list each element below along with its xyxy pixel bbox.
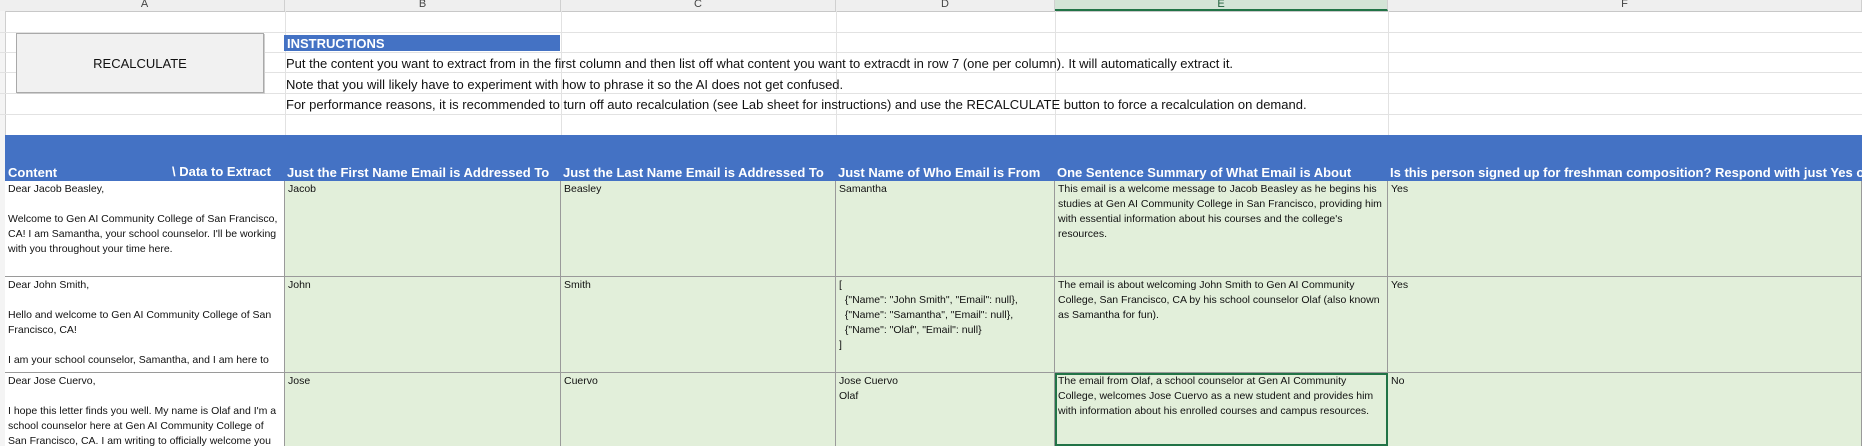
header-sender-name[interactable]: Just Name of Who Email is From: [836, 164, 1055, 181]
column-header-a[interactable]: A: [5, 0, 285, 11]
column-header-bar: A B C D E F: [0, 0, 1862, 12]
table-row: Dear Jose Cuervo, I hope this letter fin…: [5, 373, 1862, 446]
column-header-e[interactable]: E: [1055, 0, 1388, 11]
sender-name-cell[interactable]: Jose Cuervo Olaf: [836, 373, 1055, 446]
header-content[interactable]: Content: [6, 164, 158, 181]
freshman-composition-cell[interactable]: No: [1388, 373, 1862, 446]
header-freshman-composition[interactable]: Is this person signed up for freshman co…: [1388, 164, 1862, 181]
content-cell[interactable]: Dear Jacob Beasley, Welcome to Gen AI Co…: [5, 181, 285, 277]
header-first-name[interactable]: Just the First Name Email is Addressed T…: [285, 164, 561, 181]
sender-name-cell[interactable]: Samantha: [836, 181, 1055, 277]
last-name-cell[interactable]: Beasley: [561, 181, 836, 277]
table-row: Dear Jacob Beasley, Welcome to Gen AI Co…: [5, 181, 1862, 277]
summary-cell[interactable]: The email is about welcoming John Smith …: [1055, 277, 1388, 373]
freshman-composition-cell[interactable]: Yes: [1388, 181, 1862, 277]
sender-name-cell[interactable]: [ {"Name": "John Smith", "Email": null},…: [836, 277, 1055, 373]
last-name-cell[interactable]: Cuervo: [561, 373, 836, 446]
instruction-line-1: Put the content you want to extract from…: [286, 56, 1234, 71]
first-name-cell[interactable]: Jose: [285, 373, 561, 446]
column-header-b[interactable]: B: [285, 0, 561, 11]
instructions-title: INSTRUCTIONS: [284, 35, 560, 51]
last-name-cell[interactable]: Smith: [561, 277, 836, 373]
gridline: [836, 11, 837, 135]
summary-cell-selected[interactable]: The email from Olaf, a school counselor …: [1055, 373, 1388, 446]
gridline: [0, 93, 1862, 94]
gridline: [1388, 11, 1389, 135]
gridline: [0, 114, 1862, 115]
table-row: Dear John Smith, Hello and welcome to Ge…: [5, 277, 1862, 373]
gridline: [1055, 11, 1056, 135]
freshman-composition-cell[interactable]: Yes: [1388, 277, 1862, 373]
gridline: [0, 72, 1862, 73]
recalculate-button[interactable]: RECALCULATE: [16, 33, 264, 93]
instruction-line-2: Note that you will likely have to experi…: [286, 77, 844, 92]
first-name-cell[interactable]: John: [285, 277, 561, 373]
gridline: [561, 11, 562, 135]
summary-cell[interactable]: This email is a welcome message to Jacob…: [1055, 181, 1388, 277]
header-last-name[interactable]: Just the Last Name Email is Addressed To: [561, 164, 836, 181]
column-header-c[interactable]: C: [561, 0, 836, 11]
content-cell[interactable]: Dear Jose Cuervo, I hope this letter fin…: [5, 373, 285, 446]
column-header-f[interactable]: F: [1388, 0, 1862, 11]
column-header-d[interactable]: D: [836, 0, 1055, 11]
gridline: [0, 32, 1862, 33]
gridline: [0, 52, 1862, 53]
instruction-line-3: For performance reasons, it is recommend…: [286, 97, 1307, 112]
header-data-to-extract: \ Data to Extract: [172, 164, 271, 179]
content-cell[interactable]: Dear John Smith, Hello and welcome to Ge…: [5, 277, 285, 373]
first-name-cell[interactable]: Jacob: [285, 181, 561, 277]
header-summary[interactable]: One Sentence Summary of What Email is Ab…: [1055, 164, 1388, 181]
gridline: [285, 11, 286, 135]
